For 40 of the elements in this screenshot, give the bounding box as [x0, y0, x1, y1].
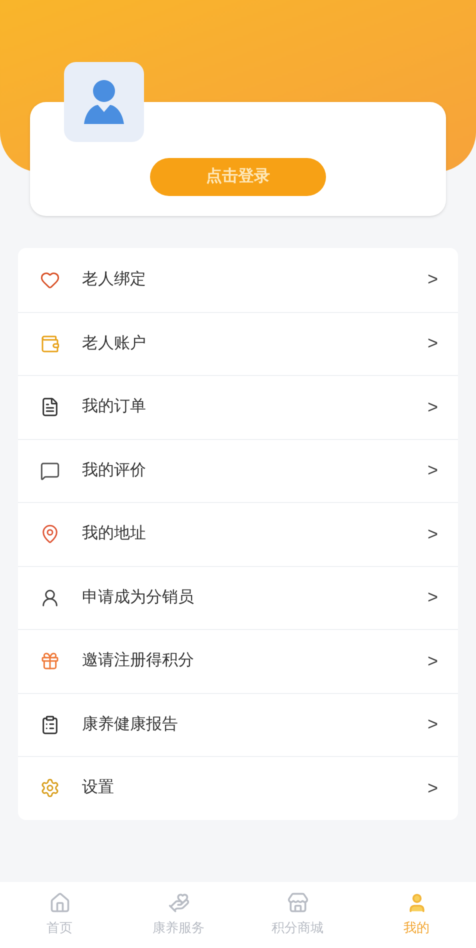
- menu-label: 老人账户: [82, 334, 147, 354]
- menu-item[interactable]: 我的评价 >: [18, 438, 458, 502]
- chat-icon: [40, 460, 60, 481]
- menu-item[interactable]: 邀请注册得积分 >: [18, 629, 458, 692]
- menu-label: 康养健康报告: [82, 714, 179, 735]
- map-pin-icon: [40, 524, 60, 544]
- chevron-label: >: [427, 776, 438, 800]
- menu-label: 申请成为分销员: [82, 588, 195, 608]
- menu-item[interactable]: 老人账户 >: [18, 312, 458, 375]
- store-icon: [286, 892, 308, 914]
- chevron-label: >: [427, 396, 438, 419]
- chevron-label: >: [427, 713, 438, 736]
- menu-label: 我的订单: [82, 396, 147, 418]
- clipboard-icon: [40, 714, 60, 735]
- menu-item[interactable]: 康养健康报告 >: [18, 692, 458, 756]
- hand-heart-icon: [168, 892, 190, 914]
- menu-label: 我的地址: [82, 524, 147, 544]
- chevron-label: >: [427, 268, 438, 292]
- menu-label: 我的评价: [82, 460, 147, 481]
- menu-item[interactable]: 设置 >: [18, 756, 458, 820]
- menu-label: 邀请注册得积分: [82, 650, 195, 672]
- wallet-icon: [40, 334, 60, 354]
- settings-icon: [40, 778, 60, 798]
- document-icon: [40, 397, 60, 418]
- chevron-label: >: [427, 586, 438, 610]
- menu-label: 老人绑定: [82, 270, 147, 290]
- heart-icon: [40, 270, 60, 290]
- avatar-icon: [82, 78, 126, 126]
- chevron-label: >: [427, 459, 438, 482]
- user-icon: [40, 588, 60, 608]
- menu-item[interactable]: 申请成为分销员 >: [18, 566, 458, 629]
- menu-item[interactable]: 我的地址 >: [18, 502, 458, 566]
- menu-item[interactable]: 我的订单 >: [18, 375, 458, 438]
- chevron-label: >: [427, 522, 438, 546]
- chevron-label: >: [427, 650, 438, 673]
- home-icon: [48, 892, 70, 914]
- menu-item[interactable]: 老人绑定 >: [18, 248, 458, 312]
- gift-icon: [40, 651, 60, 672]
- chevron-label: >: [427, 332, 438, 356]
- menu-label: 设置: [82, 778, 115, 798]
